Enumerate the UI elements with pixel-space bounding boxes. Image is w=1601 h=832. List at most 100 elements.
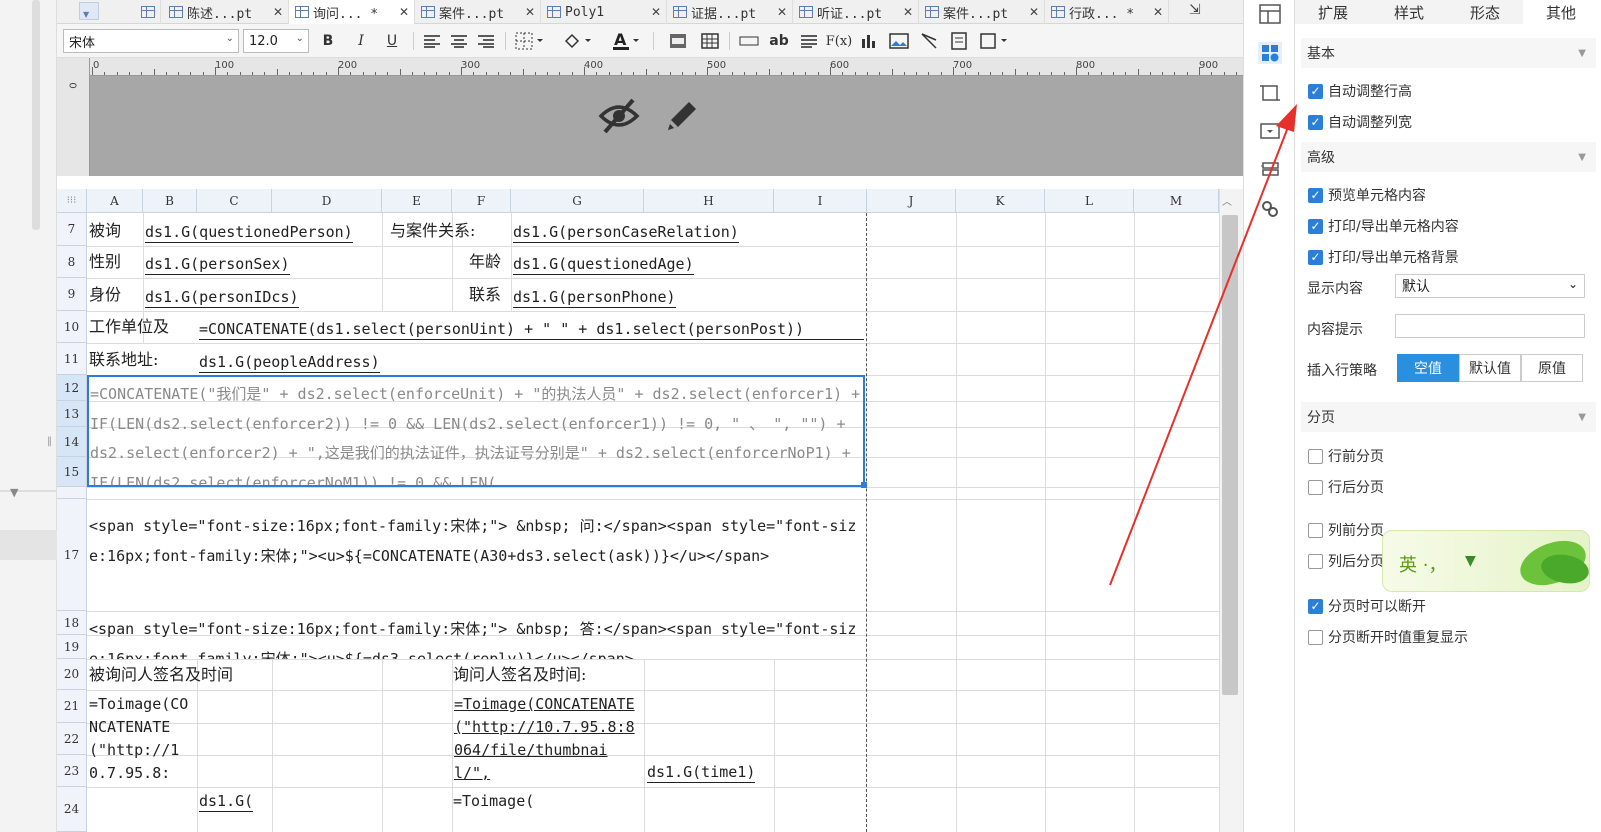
cell-label[interactable]: 工作单位及 xyxy=(89,317,169,337)
section-paging[interactable]: 分页 ▼ xyxy=(1301,402,1596,432)
row-header[interactable] xyxy=(57,487,87,499)
row-header[interactable]: 24 xyxy=(57,787,87,832)
align-right-button[interactable] xyxy=(475,30,497,52)
collapse-down-icon[interactable]: ▼ xyxy=(10,486,18,499)
cell-label[interactable]: 被询 xyxy=(89,221,121,241)
cell-html[interactable]: <span style="font-size:16px;font-family:… xyxy=(89,615,865,659)
row-header[interactable]: 11 xyxy=(57,343,87,375)
row-header[interactable]: 8 xyxy=(57,246,87,278)
table-button[interactable] xyxy=(699,30,721,52)
sub-report-button[interactable] xyxy=(947,30,971,52)
tab-other[interactable]: 其他 xyxy=(1523,0,1599,24)
ime-toolbar[interactable]: 英 ·， ▼ xyxy=(1382,530,1590,592)
cell-field[interactable]: ds1.G(personPhone) xyxy=(513,287,676,308)
row-header[interactable]: 14 xyxy=(57,427,87,457)
column-header[interactable]: K xyxy=(956,189,1045,213)
checkbox-auto-row-height[interactable]: ✓ 自动调整行高 xyxy=(1308,81,1412,101)
close-icon[interactable]: ✕ xyxy=(777,5,787,19)
column-header[interactable]: G xyxy=(511,189,644,213)
underline-button[interactable]: U xyxy=(383,30,401,52)
fill-handle[interactable] xyxy=(861,482,867,488)
insert-option-default[interactable]: 默认值 xyxy=(1459,354,1521,382)
tab-item[interactable]: 案件...pt ✕ xyxy=(415,0,541,24)
merge-cells-button[interactable] xyxy=(667,30,689,52)
cell-formula[interactable]: =Toimage(CONCATENATE("http://10.7.95.8: xyxy=(89,693,191,785)
layout-icon[interactable] xyxy=(1258,3,1282,25)
close-icon[interactable]: ✕ xyxy=(399,5,409,19)
spreadsheet-grid[interactable]: ⁝⁝⁝ A B C D E F G H I J K L M 7 8 9 10 1… xyxy=(57,189,1219,832)
close-icon[interactable]: ✕ xyxy=(525,5,535,19)
tab-extension[interactable]: 扩展 xyxy=(1295,0,1371,24)
hide-eye-icon[interactable] xyxy=(598,96,640,140)
checkbox-preview-content[interactable]: ✓ 预览单元格内容 xyxy=(1308,185,1426,205)
insert-option-original[interactable]: 原值 xyxy=(1521,354,1583,382)
tab-overflow-icon[interactable]: ⇲ xyxy=(1189,2,1201,18)
input-field-button[interactable] xyxy=(737,30,761,52)
splitter-handle-icon[interactable]: ‖ xyxy=(47,436,52,447)
font-family-select[interactable]: 宋体 ⌄ xyxy=(63,29,239,53)
checkbox-page-before-row[interactable]: 行前分页 xyxy=(1308,446,1384,466)
close-icon[interactable]: ✕ xyxy=(651,5,661,19)
column-header[interactable]: A xyxy=(87,189,143,213)
insert-option-null[interactable]: 空值 xyxy=(1397,354,1459,382)
cell-formula[interactable]: =CONCATENATE(ds1.select(personUint) + " … xyxy=(199,319,864,340)
checkbox-page-after-row[interactable]: 行后分页 xyxy=(1308,477,1384,497)
frame-button[interactable] xyxy=(977,30,1013,52)
edit-pencil-icon[interactable] xyxy=(662,96,702,140)
section-advanced[interactable]: 高级 ▼ xyxy=(1301,142,1596,172)
column-header[interactable]: J xyxy=(867,189,956,213)
cell-label[interactable]: 被询问人签名及时间 xyxy=(89,665,233,685)
left-scrollbar[interactable] xyxy=(32,0,40,230)
row-header[interactable]: 9 xyxy=(57,278,87,311)
align-left-button[interactable] xyxy=(421,30,443,52)
row-header[interactable]: 18 xyxy=(57,611,87,635)
column-header[interactable]: F xyxy=(452,189,511,213)
checkbox-page-after-col[interactable]: 列后分页 xyxy=(1308,551,1384,571)
cell-label[interactable]: 与案件关系: xyxy=(390,221,475,241)
tab-item[interactable]: 案件...pt ✕ xyxy=(919,0,1045,24)
row-header[interactable]: 21 xyxy=(57,690,87,723)
slash-button[interactable] xyxy=(917,30,941,52)
column-header[interactable]: B xyxy=(143,189,197,213)
tab-item-active[interactable]: 询问... * ✕ xyxy=(289,0,415,24)
chart-button[interactable] xyxy=(857,30,881,52)
tab-item[interactable]: 听证...pt ✕ xyxy=(793,0,919,24)
formula-button[interactable]: F(x) xyxy=(825,30,853,52)
cell-field[interactable]: ds1.G( xyxy=(199,791,254,812)
row-header[interactable]: 23 xyxy=(57,755,87,787)
row-header[interactable]: 12 xyxy=(57,375,87,401)
row-header[interactable]: 7 xyxy=(57,213,87,246)
checkbox-print-background[interactable]: ✓ 打印/导出单元格背景 xyxy=(1308,247,1459,267)
close-icon[interactable]: ✕ xyxy=(903,5,913,19)
paragraph-button[interactable] xyxy=(797,30,821,52)
cell-field[interactable]: ds1.G(peopleAddress) xyxy=(199,352,380,373)
row-header[interactable]: 22 xyxy=(57,723,87,755)
cell-label[interactable]: 身份 xyxy=(89,285,121,305)
tab-grid-icon-button[interactable] xyxy=(135,0,161,24)
row-header[interactable]: 19 xyxy=(57,635,87,659)
shirt-icon[interactable]: ▼ xyxy=(1465,553,1476,569)
checkbox-auto-col-width[interactable]: ✓ 自动调整列宽 xyxy=(1308,112,1412,132)
fill-color-button[interactable] xyxy=(561,30,597,52)
font-size-select[interactable]: 12.0 ⌄ xyxy=(243,29,309,53)
image-button[interactable] xyxy=(887,30,911,52)
row-header[interactable]: 20 xyxy=(57,659,87,690)
close-icon[interactable]: ✕ xyxy=(1029,5,1039,19)
column-header[interactable]: C xyxy=(197,189,272,213)
tab-item[interactable]: 行政... * ✕ xyxy=(1045,0,1169,24)
column-header[interactable]: E xyxy=(382,189,452,213)
align-center-button[interactable] xyxy=(448,30,470,52)
border-button[interactable] xyxy=(513,30,549,52)
text-widget-button[interactable]: ab xyxy=(767,30,791,52)
column-header[interactable]: I xyxy=(774,189,867,213)
italic-button[interactable]: I xyxy=(352,30,370,52)
cell-field[interactable]: ds1.G(personIDcs) xyxy=(145,287,299,308)
cell-label[interactable]: 联系 xyxy=(469,285,501,305)
tab-item[interactable]: 证据...pt ✕ xyxy=(667,0,793,24)
column-header[interactable]: H xyxy=(644,189,774,213)
cell-label[interactable]: 性别 xyxy=(89,252,121,272)
cell-formula[interactable]: =Toimage(CONCATENATE("http://10.7.95.8:8… xyxy=(454,693,642,785)
cell-field[interactable]: ds1.G(personSex) xyxy=(145,254,290,275)
checkbox-page-can-break[interactable]: ✓ 分页时可以断开 xyxy=(1308,596,1426,616)
cell-formula[interactable]: =CONCATENATE("我们是" + ds2.select(enforceU… xyxy=(90,380,862,485)
